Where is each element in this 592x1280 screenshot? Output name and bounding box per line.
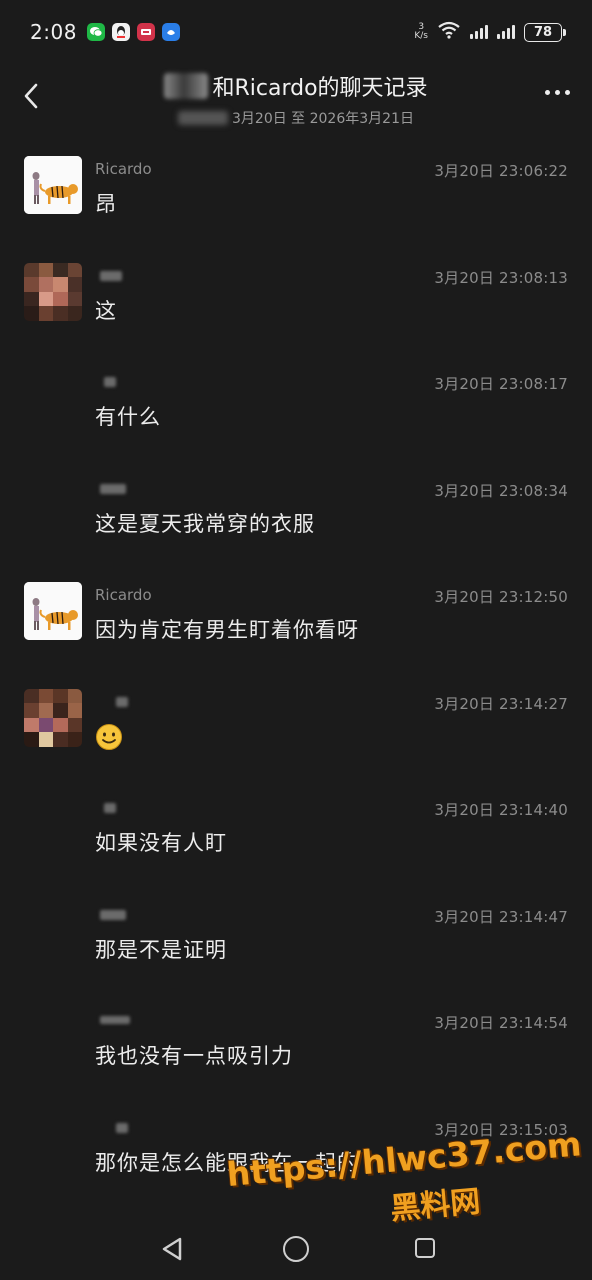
nav-recents-icon[interactable] bbox=[415, 1238, 435, 1258]
redacted-sender bbox=[104, 377, 116, 387]
wifi-icon bbox=[437, 21, 461, 43]
message-text: 我也没有一点吸引力 bbox=[95, 1044, 293, 1068]
message-text: 因为肯定有男生盯着你看呀 bbox=[95, 618, 359, 642]
message-time: 3月20日 23:14:47 bbox=[434, 907, 568, 926]
message-item[interactable]: 3月20日 23:08:17 有什么 bbox=[0, 353, 592, 460]
redacted-name bbox=[164, 73, 209, 99]
tiger-avatar-icon bbox=[24, 156, 82, 214]
message-text: 这 bbox=[95, 298, 117, 323]
message-time: 3月20日 23:08:17 bbox=[434, 375, 568, 393]
more-options-button[interactable] bbox=[545, 90, 570, 95]
smile-emoji-icon bbox=[96, 723, 122, 750]
qq-icon bbox=[111, 23, 130, 41]
message-text: 如果没有人盯 bbox=[95, 831, 227, 855]
tiger-avatar-icon bbox=[24, 582, 82, 640]
message-item[interactable]: 3月20日 23:08:34 这是夏天我常穿的衣服 bbox=[0, 460, 592, 567]
wechat-icon bbox=[86, 23, 105, 41]
navigation-bar bbox=[0, 1220, 592, 1280]
redacted-date bbox=[178, 111, 228, 125]
status-time: 2:08 bbox=[30, 20, 77, 44]
signal-1-icon bbox=[470, 25, 488, 39]
message-item[interactable]: 3月20日 23:14:40 如果没有人盯 bbox=[0, 779, 592, 886]
sender-name: Ricardo bbox=[95, 160, 152, 178]
message-item[interactable]: 3月20日 23:14:54 我也没有一点吸引力 bbox=[0, 992, 592, 1099]
nav-back-icon[interactable] bbox=[160, 1236, 184, 1262]
page-title: 和Ricardo的聊天记录 bbox=[212, 76, 428, 101]
battery-icon: 78 bbox=[524, 22, 566, 42]
status-right: 3 K/s 78 bbox=[414, 21, 566, 43]
more-dot bbox=[555, 90, 560, 95]
message-item[interactable]: 3月20日 23:14:27 bbox=[0, 673, 592, 780]
message-time: 3月20日 23:14:27 bbox=[434, 694, 568, 713]
message-time: 3月20日 23:14:40 bbox=[434, 801, 568, 819]
battery-level: 78 bbox=[533, 24, 553, 40]
message-text: 那是不是证明 bbox=[95, 937, 227, 962]
more-dot bbox=[545, 90, 550, 95]
avatar[interactable] bbox=[24, 156, 82, 214]
message-time: 3月20日 23:08:34 bbox=[434, 481, 568, 500]
chat-header: 和Ricardo的聊天记录 3月20日 至 2026年3月21日 bbox=[0, 64, 592, 134]
message-item[interactable]: Ricardo 3月20日 23:06:22 昂 bbox=[0, 140, 592, 247]
redacted-sender bbox=[100, 909, 126, 920]
more-dot bbox=[565, 90, 570, 95]
message-time: 3月20日 23:06:22 bbox=[434, 162, 568, 180]
app-red-icon bbox=[136, 23, 155, 41]
message-text: 昂 bbox=[95, 192, 117, 216]
message-item[interactable]: 3月20日 23:08:13 这 bbox=[0, 247, 592, 354]
message-text: 有什么 bbox=[95, 405, 161, 429]
message-text: 这是夏天我常穿的衣服 bbox=[95, 511, 315, 536]
redacted-sender bbox=[100, 483, 126, 494]
network-speed: 3 K/s bbox=[414, 23, 428, 41]
network-speed-unit: K/s bbox=[414, 31, 428, 41]
app-blue-icon bbox=[161, 23, 180, 41]
avatar[interactable] bbox=[24, 262, 82, 321]
avatar[interactable] bbox=[24, 582, 82, 640]
date-range: 3月20日 至 2026年3月21日 bbox=[232, 111, 414, 127]
redacted-sender bbox=[100, 1016, 130, 1024]
message-time: 3月20日 23:12:50 bbox=[434, 588, 568, 606]
title-block: 和Ricardo的聊天记录 3月20日 至 2026年3月21日 bbox=[0, 70, 592, 128]
signal-2-icon bbox=[497, 25, 515, 39]
message-time: 3月20日 23:08:13 bbox=[434, 268, 568, 287]
redacted-sender bbox=[100, 270, 122, 281]
notification-icons bbox=[86, 23, 180, 41]
redacted-sender bbox=[104, 803, 116, 813]
sender-name: Ricardo bbox=[95, 586, 152, 604]
message-list: Ricardo 3月20日 23:06:22 昂 3月20日 23:08:13 … bbox=[0, 140, 592, 1205]
redacted-sender bbox=[116, 696, 128, 707]
status-bar: 2:08 3 K/s 78 bbox=[0, 0, 592, 64]
message-item[interactable]: 3月20日 23:14:47 那是不是证明 bbox=[0, 886, 592, 993]
nav-home-icon[interactable] bbox=[283, 1236, 309, 1262]
redacted-sender bbox=[116, 1122, 128, 1133]
avatar[interactable] bbox=[24, 688, 82, 747]
message-item[interactable]: Ricardo 3月20日 23:12:50 因为肯定有男生盯着你看呀 bbox=[0, 566, 592, 673]
message-time: 3月20日 23:14:54 bbox=[434, 1014, 568, 1032]
